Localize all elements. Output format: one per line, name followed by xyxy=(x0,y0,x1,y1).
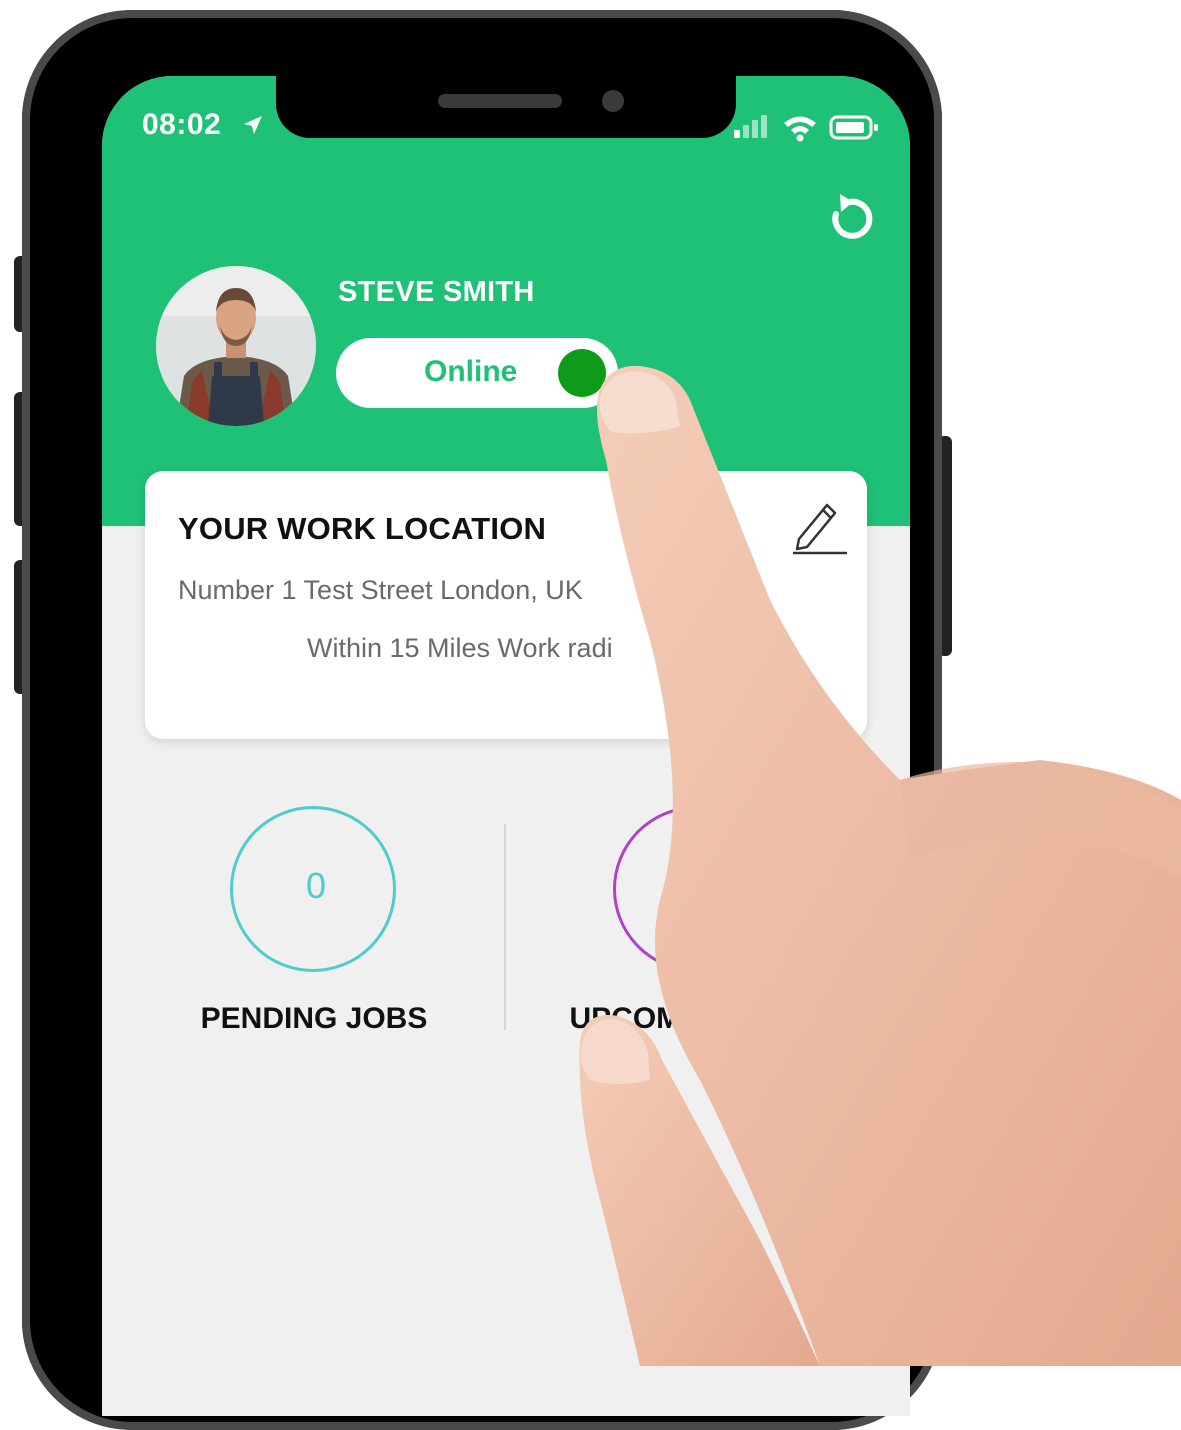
wifi-icon xyxy=(784,116,816,142)
stats-divider xyxy=(504,824,506,1030)
pending-jobs-count: 0 xyxy=(305,865,327,906)
work-location-title: YOUR WORK LOCATION xyxy=(178,511,547,546)
work-location-card: YOUR WORK LOCATION Number 1 Test Street … xyxy=(145,471,867,739)
online-indicator-dot xyxy=(558,349,606,397)
front-camera xyxy=(602,90,624,112)
upcoming-jobs-counter[interactable]: 0 xyxy=(613,806,779,972)
pending-jobs-counter[interactable]: 0 xyxy=(230,806,396,972)
location-arrow-icon xyxy=(244,116,262,134)
status-time: 08:02 xyxy=(142,108,222,141)
phone-frame: 08:02 STEVE SMITH Online YOUR WORK LOCAT… xyxy=(22,10,942,1430)
app-screen: 08:02 STEVE SMITH Online YOUR WORK LOCAT… xyxy=(102,76,910,1416)
battery-icon xyxy=(829,115,878,140)
speaker-grille xyxy=(438,94,562,108)
avatar xyxy=(156,266,316,426)
upcoming-jobs-label: UPCOMING JOBS xyxy=(569,1002,825,1035)
phone-notch xyxy=(276,76,736,138)
work-location-address: Number 1 Test Street London, UK xyxy=(178,575,583,605)
pending-jobs-label: PENDING JOBS xyxy=(200,1002,428,1035)
user-name: STEVE SMITH xyxy=(338,276,535,308)
signal-icon xyxy=(734,115,767,138)
upcoming-jobs-count: 0 xyxy=(688,865,710,906)
status-icons xyxy=(734,115,878,142)
work-radius-text: Within 15 Miles Work radi xyxy=(307,633,613,663)
pencil-icon[interactable] xyxy=(785,495,849,555)
refresh-icon[interactable] xyxy=(824,192,878,246)
online-status-label: Online xyxy=(424,355,518,388)
online-status-toggle[interactable]: Online xyxy=(336,338,618,408)
